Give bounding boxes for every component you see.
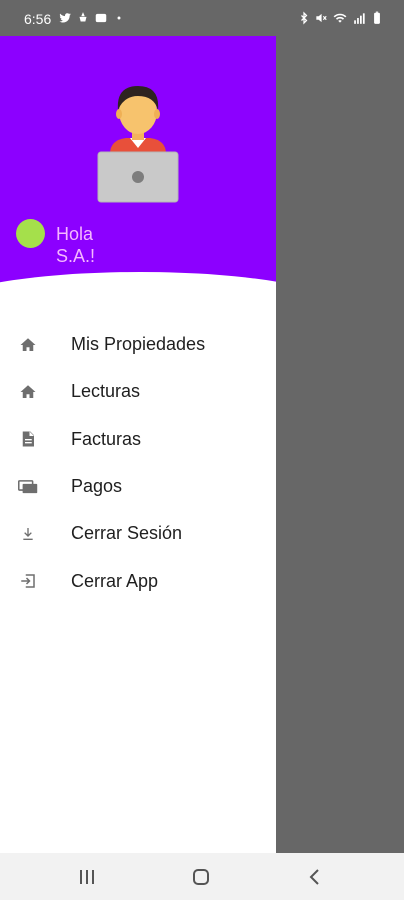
status-bar: 6:56 <box>0 0 404 36</box>
drawer-menu: Mis Propiedades Lecturas Facturas Pagos … <box>0 321 276 605</box>
menu-item-label: Cerrar Sesión <box>71 523 183 544</box>
back-button[interactable] <box>294 865 334 889</box>
recents-icon <box>80 870 94 884</box>
navigation-drawer: Hola S.A.! Mis Propiedades Lecturas Fact… <box>0 36 276 853</box>
menu-item-facturas[interactable]: Facturas <box>0 416 276 463</box>
twitter-icon <box>58 11 72 25</box>
menu-item-label: Cerrar App <box>71 570 159 591</box>
menu-item-lecturas[interactable]: Lecturas <box>0 368 276 415</box>
menu-item-label: Pagos <box>71 476 123 497</box>
menu-item-cerrar-app[interactable]: Cerrar App <box>0 557 276 604</box>
user-avatar-illustration <box>97 86 179 203</box>
home-icon <box>18 382 38 402</box>
menu-item-label: Lecturas <box>71 381 141 402</box>
online-status-dot <box>16 219 45 248</box>
dot-icon <box>112 11 126 25</box>
status-time: 6:56 <box>24 11 52 27</box>
document-icon <box>18 429 38 449</box>
menu-item-pagos[interactable]: Pagos <box>0 463 276 510</box>
back-icon <box>309 869 319 885</box>
signal-icon <box>352 11 368 28</box>
system-nav-bar <box>0 853 404 900</box>
home-button[interactable] <box>181 865 221 889</box>
home-icon <box>18 335 38 355</box>
notification-icon <box>76 11 90 25</box>
battery-icon <box>372 11 382 28</box>
home-nav-icon <box>193 869 209 885</box>
drawer-scrim[interactable] <box>276 36 404 853</box>
menu-item-label: Facturas <box>71 428 142 449</box>
mute-icon <box>314 11 328 28</box>
exit-icon <box>18 571 38 591</box>
menu-item-label: Mis Propiedades <box>71 334 206 355</box>
payment-icon <box>18 477 38 497</box>
menu-item-cerrar-sesion[interactable]: Cerrar Sesión <box>0 510 276 557</box>
app-icon <box>94 11 108 25</box>
greeting-text: Hola S.A.! <box>56 224 96 266</box>
download-icon <box>18 524 38 544</box>
recents-button[interactable] <box>67 865 107 889</box>
wifi-icon <box>332 11 348 28</box>
bluetooth-icon <box>298 11 310 28</box>
menu-item-mis-propiedades[interactable]: Mis Propiedades <box>0 321 276 368</box>
